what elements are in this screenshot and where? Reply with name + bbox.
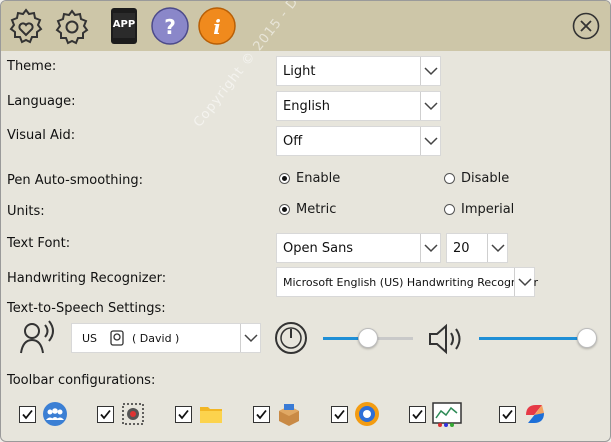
checkbox[interactable] xyxy=(499,405,516,423)
checkbox[interactable] xyxy=(19,405,36,423)
close-icon[interactable] xyxy=(572,12,600,40)
folder-icon xyxy=(198,401,224,427)
theme-value: Light xyxy=(283,64,316,79)
theme-label: Theme: xyxy=(7,59,57,74)
checkbox[interactable] xyxy=(253,405,270,423)
font-family-dropdown[interactable]: Open Sans xyxy=(276,233,441,263)
toolbar-config-item[interactable] xyxy=(499,401,548,427)
language-label: Language: xyxy=(7,94,76,109)
chart-board-icon xyxy=(432,401,462,427)
package-icon xyxy=(276,401,302,427)
pen-enable-label: Enable xyxy=(296,171,341,186)
app-icon-text: APP xyxy=(112,19,136,30)
chevron-down-icon[interactable] xyxy=(240,324,260,352)
theme-dropdown[interactable]: Light xyxy=(276,56,441,86)
voice-name: ( David ) xyxy=(132,332,180,345)
chevron-down-icon[interactable] xyxy=(420,234,440,262)
tts-label: Text-to-Speech Settings: xyxy=(7,301,166,316)
settings-heart-icon[interactable] xyxy=(7,7,45,45)
pen-disable-label: Disable xyxy=(461,171,510,186)
checkbox[interactable] xyxy=(331,405,348,423)
chevron-down-icon[interactable] xyxy=(420,127,440,155)
screen-capture-icon xyxy=(120,401,146,427)
volume-icon xyxy=(428,323,466,355)
pen-smoothing-label: Pen Auto-smoothing: xyxy=(7,173,144,188)
checkbox[interactable] xyxy=(97,405,114,423)
gear-icon[interactable] xyxy=(53,7,91,45)
toolbar-config-item[interactable] xyxy=(409,401,462,427)
toolbar-config-item[interactable] xyxy=(331,401,380,427)
pen-disable-radio[interactable]: Disable xyxy=(444,171,509,186)
toolbar-config-item[interactable] xyxy=(253,401,302,427)
font-size-value: 20 xyxy=(453,241,470,256)
font-family-value: Open Sans xyxy=(283,241,354,256)
toolbar-config-item[interactable] xyxy=(19,401,68,427)
help-icon[interactable]: ? xyxy=(151,7,189,45)
language-value: English xyxy=(283,99,330,114)
info-icon-text: i xyxy=(213,15,221,39)
chevron-down-icon[interactable] xyxy=(420,92,440,120)
units-imperial-label: Imperial xyxy=(461,202,515,217)
radio-selected-icon[interactable] xyxy=(279,204,290,215)
pen-enable-radio[interactable]: Enable xyxy=(279,171,340,186)
people-icon xyxy=(42,401,68,427)
slider-fill xyxy=(479,337,587,340)
speaker-person-icon xyxy=(19,319,59,355)
speech-speed-slider[interactable] xyxy=(323,327,413,349)
toolbar-config-item[interactable] xyxy=(175,401,224,427)
speech-volume-slider[interactable] xyxy=(479,327,597,349)
voice-region: US xyxy=(82,332,98,345)
visual-aid-label: Visual Aid: xyxy=(7,128,76,143)
chevron-down-icon[interactable] xyxy=(420,57,440,85)
language-dropdown[interactable]: English xyxy=(276,91,441,121)
checkbox[interactable] xyxy=(409,405,426,423)
info-icon[interactable]: i xyxy=(198,7,236,45)
checkbox[interactable] xyxy=(175,405,192,423)
handwriting-dropdown[interactable]: Microsoft English (US) Handwriting Recog… xyxy=(276,267,539,297)
help-icon-text: ? xyxy=(164,15,176,39)
toolbar-config-item[interactable] xyxy=(97,401,146,427)
radio-unselected-icon[interactable] xyxy=(444,173,455,184)
units-imperial-radio[interactable]: Imperial xyxy=(444,202,514,217)
radio-selected-icon[interactable] xyxy=(279,173,290,184)
units-metric-radio[interactable]: Metric xyxy=(279,202,336,217)
browser-icon xyxy=(354,401,380,427)
slider-thumb[interactable] xyxy=(577,328,597,348)
chevron-down-icon[interactable] xyxy=(487,234,507,262)
visual-aid-dropdown[interactable]: Off xyxy=(276,126,441,156)
voice-avatar-icon xyxy=(110,330,124,350)
app-logo-icon xyxy=(522,401,548,427)
app-phone-icon[interactable]: APP xyxy=(105,7,143,45)
font-size-dropdown[interactable]: 20 xyxy=(446,233,508,263)
handwriting-value: Microsoft English (US) Handwriting Recog… xyxy=(283,276,539,289)
toolbar-config-label: Toolbar configurations: xyxy=(7,373,156,388)
visual-aid-value: Off xyxy=(283,134,303,149)
units-label: Units: xyxy=(7,204,45,219)
slider-thumb[interactable] xyxy=(358,328,378,348)
top-toolbar: APP ? i xyxy=(1,1,610,51)
settings-window: APP ? i Theme: Light Language: English V… xyxy=(0,0,611,442)
speed-gauge-icon xyxy=(274,321,308,355)
text-font-label: Text Font: xyxy=(7,236,71,251)
voice-dropdown[interactable]: US ( David ) xyxy=(71,323,261,353)
units-metric-label: Metric xyxy=(296,202,337,217)
radio-unselected-icon[interactable] xyxy=(444,204,455,215)
chevron-down-icon[interactable] xyxy=(514,268,534,296)
handwriting-label: Handwriting Recognizer: xyxy=(7,271,167,286)
